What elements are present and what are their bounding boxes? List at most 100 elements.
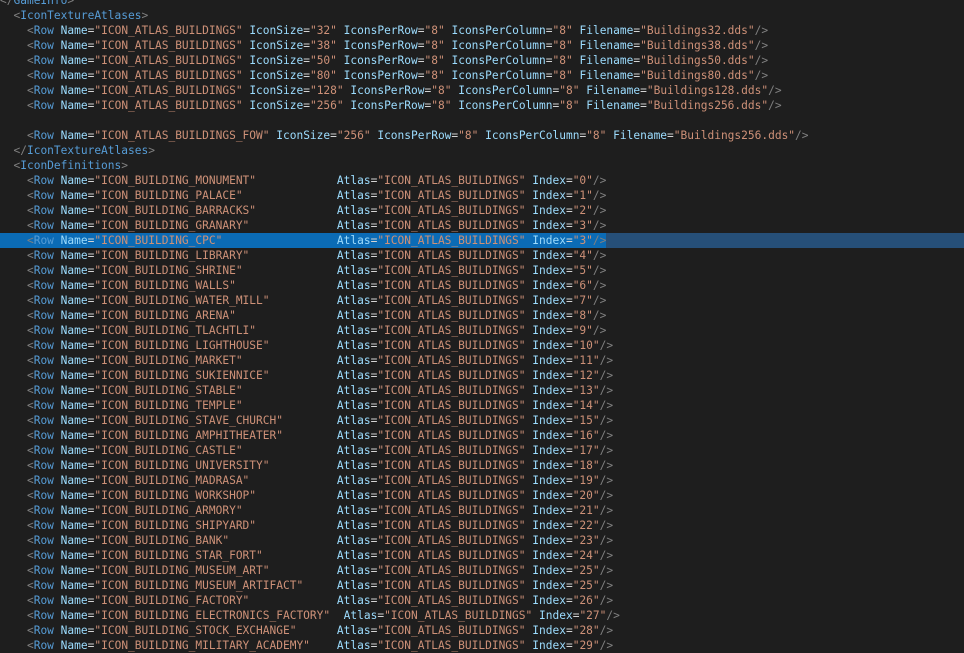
attribute-name: Name — [60, 384, 88, 397]
code-line[interactable]: <Row Name="ICON_BUILDING_PALACE" Atlas="… — [0, 188, 964, 203]
code-editor[interactable]: </GameInfo> <IconTextureAtlases> <Row Na… — [0, 0, 964, 653]
tag-name: IconTextureAtlases — [20, 9, 142, 22]
indent-guide — [0, 624, 27, 637]
tag-bracket: /> — [599, 564, 614, 577]
code-line[interactable]: <Row Name="ICON_BUILDING_GRANARY" Atlas=… — [0, 218, 964, 233]
code-line[interactable]: <Row Name = "ICON_BUILDING_MUSEUM_ART" Atl… — [0, 563, 964, 578]
attribute-value: "ICON_ATLAS_BUILDINGS" — [377, 414, 526, 427]
code-line[interactable]: </GameInfo> — [0, 0, 964, 8]
code-line[interactable]: <Row Name = "ICON_ATLAS_BUILDINGS" IconSiz… — [0, 53, 964, 68]
attribute-name: Name — [60, 279, 88, 292]
tag-name: Row — [33, 624, 54, 637]
tag-bracket: /> — [599, 339, 614, 352]
tag-bracket: </ — [13, 144, 27, 157]
tag-name: Row — [33, 249, 54, 262]
code-line[interactable]: <Row Name = "ICON_ATLAS_BUILDINGS_FOW" Ico… — [0, 128, 964, 143]
code-line[interactable]: <Row Name = "ICON_ATLAS_BUILDINGS" IconSiz… — [0, 38, 964, 53]
attribute-value: "ICON_BUILDING_MONUMENT" — [94, 174, 257, 187]
code-line[interactable] — [0, 113, 964, 128]
attribute-value: "ICON_ATLAS_BUILDINGS" — [377, 384, 526, 397]
alignment-padding — [256, 489, 330, 502]
equals-sign: = — [565, 504, 573, 517]
code-line[interactable]: <Row Name = "ICON_BUILDING_MUSEUM_ARTIFACT… — [0, 578, 964, 593]
code-line[interactable]: <Row Name = "ICON_BUILDING_WORKSHOP" Atlas… — [0, 488, 964, 503]
code-line[interactable]: <Row Name = "ICON_BUILDING_MILITARY_ACADEM… — [0, 638, 964, 653]
attribute-value: "ICON_ATLAS_BUILDINGS" — [377, 369, 526, 382]
attribute-value: "ICON_BUILDING_UNIVERSITY" — [94, 459, 270, 472]
attribute-name: Name — [60, 129, 88, 142]
indent-guide — [0, 234, 27, 247]
equals-sign: = — [565, 249, 573, 262]
equals-sign: = — [565, 234, 573, 247]
code-line[interactable]: <Row Name="ICON_BUILDING_CASTLE" Atlas="… — [0, 443, 964, 458]
attribute-value: "Buildings256.dds" — [673, 129, 796, 142]
code-line[interactable]: <Row Name = "ICON_BUILDING_STOCK_EXCHANGE"… — [0, 623, 964, 638]
attribute-value: "80" — [309, 69, 337, 82]
indent-guide — [0, 144, 13, 157]
code-line[interactable]: <Row Name = "ICON_BUILDING_TLACHTLI" Atlas… — [0, 323, 964, 338]
indent-guide — [0, 174, 27, 187]
attribute-value: "ICON_BUILDING_MADRASA" — [94, 474, 250, 487]
attribute-value: "ICON_BUILDING_WORKSHOP" — [94, 489, 257, 502]
code-line[interactable]: <Row Name = "ICON_BUILDING_STAR_FORT" Atla… — [0, 548, 964, 563]
tag-bracket: < — [26, 249, 34, 262]
code-line[interactable]: <Row Name = "ICON_BUILDING_STAVE_CHURCH" A… — [0, 413, 964, 428]
attribute-name: Name — [60, 519, 88, 532]
attribute-name: IconsPerColumn — [451, 69, 546, 82]
code-line[interactable]: <Row Name = "ICON_BUILDING_SUKIENNICE" Atl… — [0, 368, 964, 383]
code-line[interactable]: <Row Name="ICON_BUILDING_MARKET" Atlas="… — [0, 353, 964, 368]
attribute-name: Index — [532, 519, 566, 532]
code-line[interactable]: <Row Name="ICON_BUILDING_BANK" Atlas="IC… — [0, 533, 964, 548]
code-line[interactable]: <Row Name="ICON_BUILDING_TEMPLE" Atlas="… — [0, 398, 964, 413]
code-line[interactable]: <Row Name = "ICON_ATLAS_BUILDINGS" IconSiz… — [0, 98, 964, 113]
code-line[interactable]: <Row Name="ICON_BUILDING_MADRASA" Atlas=… — [0, 473, 964, 488]
attribute-value: "8" — [431, 99, 452, 112]
code-line[interactable]: <Row Name="ICON_BUILDING_FACTORY" Atlas=… — [0, 593, 964, 608]
code-line[interactable]: <Row Name = "ICON_BUILDING_LIGHTHOUSE" Atl… — [0, 338, 964, 353]
code-line[interactable]: <Row Name = "ICON_ATLAS_BUILDINGS" IconSiz… — [0, 23, 964, 38]
code-line[interactable]: <Row Name="ICON_BUILDING_ELECTRONICS_FAC… — [0, 608, 964, 623]
code-line[interactable]: <Row Name="ICON_BUILDING_LIBRARY" Atlas=… — [0, 248, 964, 263]
tag-bracket: < — [26, 219, 34, 232]
code-line[interactable]: <Row Name="ICON_BUILDING_WALLS" Atlas="I… — [0, 278, 964, 293]
attribute-name: Atlas — [336, 399, 371, 412]
code-line[interactable]: <Row Name="ICON_BUILDING_SHRINE" Atlas="… — [0, 263, 964, 278]
code-line[interactable]: <Row Name="ICON_BUILDING_ARMORY" Atlas="… — [0, 503, 964, 518]
attribute-name: Name — [60, 429, 88, 442]
attribute-value: "28" — [572, 624, 600, 637]
attribute-value: "256" — [336, 129, 371, 142]
code-line-selected[interactable]: <Row Name="ICON_BUILDING_CPC" Atlas="ICO… — [0, 233, 964, 248]
code-line[interactable]: </IconTextureAtlases> — [0, 143, 964, 158]
code-line[interactable]: <Row Name="ICON_BUILDING_STABLE" Atlas="… — [0, 383, 964, 398]
code-line[interactable]: <Row Name = "ICON_ATLAS_BUILDINGS" IconSiz… — [0, 83, 964, 98]
attribute-value: "2" — [572, 204, 593, 217]
code-line[interactable]: <Row Name = "ICON_BUILDING_WATER_MILL" Atl… — [0, 293, 964, 308]
attribute-value: "ICON_BUILDING_PALACE" — [94, 189, 243, 202]
attribute-name: IconsPerRow — [343, 39, 418, 52]
indent-guide — [0, 444, 27, 457]
code-line[interactable]: <Row Name = "ICON_BUILDING_SHIPYARD" Atlas… — [0, 518, 964, 533]
attribute-name: Atlas — [336, 459, 371, 472]
code-line[interactable]: <IconTextureAtlases> — [0, 8, 964, 23]
tag-bracket: > — [67, 0, 75, 7]
code-line[interactable]: <Row Name = "ICON_BUILDING_AMPHITHEATER" A… — [0, 428, 964, 443]
equals-sign: = — [640, 84, 647, 97]
code-line[interactable]: <Row Name = "ICON_BUILDING_UNIVERSITY" Atl… — [0, 458, 964, 473]
equals-sign: = — [565, 354, 573, 367]
attribute-value: "ICON_ATLAS_BUILDINGS" — [94, 54, 243, 67]
indent-guide — [0, 639, 27, 652]
code-line[interactable]: <Row Name = "ICON_BUILDING_MONUMENT" Atlas… — [0, 173, 964, 188]
attribute-value: "8" — [424, 54, 445, 67]
code-line[interactable]: <Row Name = "ICON_ATLAS_BUILDINGS" IconSiz… — [0, 68, 964, 83]
code-line[interactable]: <Row Name = "ICON_BUILDING_BARRACKS" Atlas… — [0, 203, 964, 218]
code-line[interactable]: <IconDefinitions> — [0, 158, 964, 173]
attribute-name: Atlas — [336, 189, 371, 202]
code-line[interactable]: <Row Name="ICON_BUILDING_ARENA" Atlas="I… — [0, 308, 964, 323]
alignment-padding — [249, 594, 330, 607]
